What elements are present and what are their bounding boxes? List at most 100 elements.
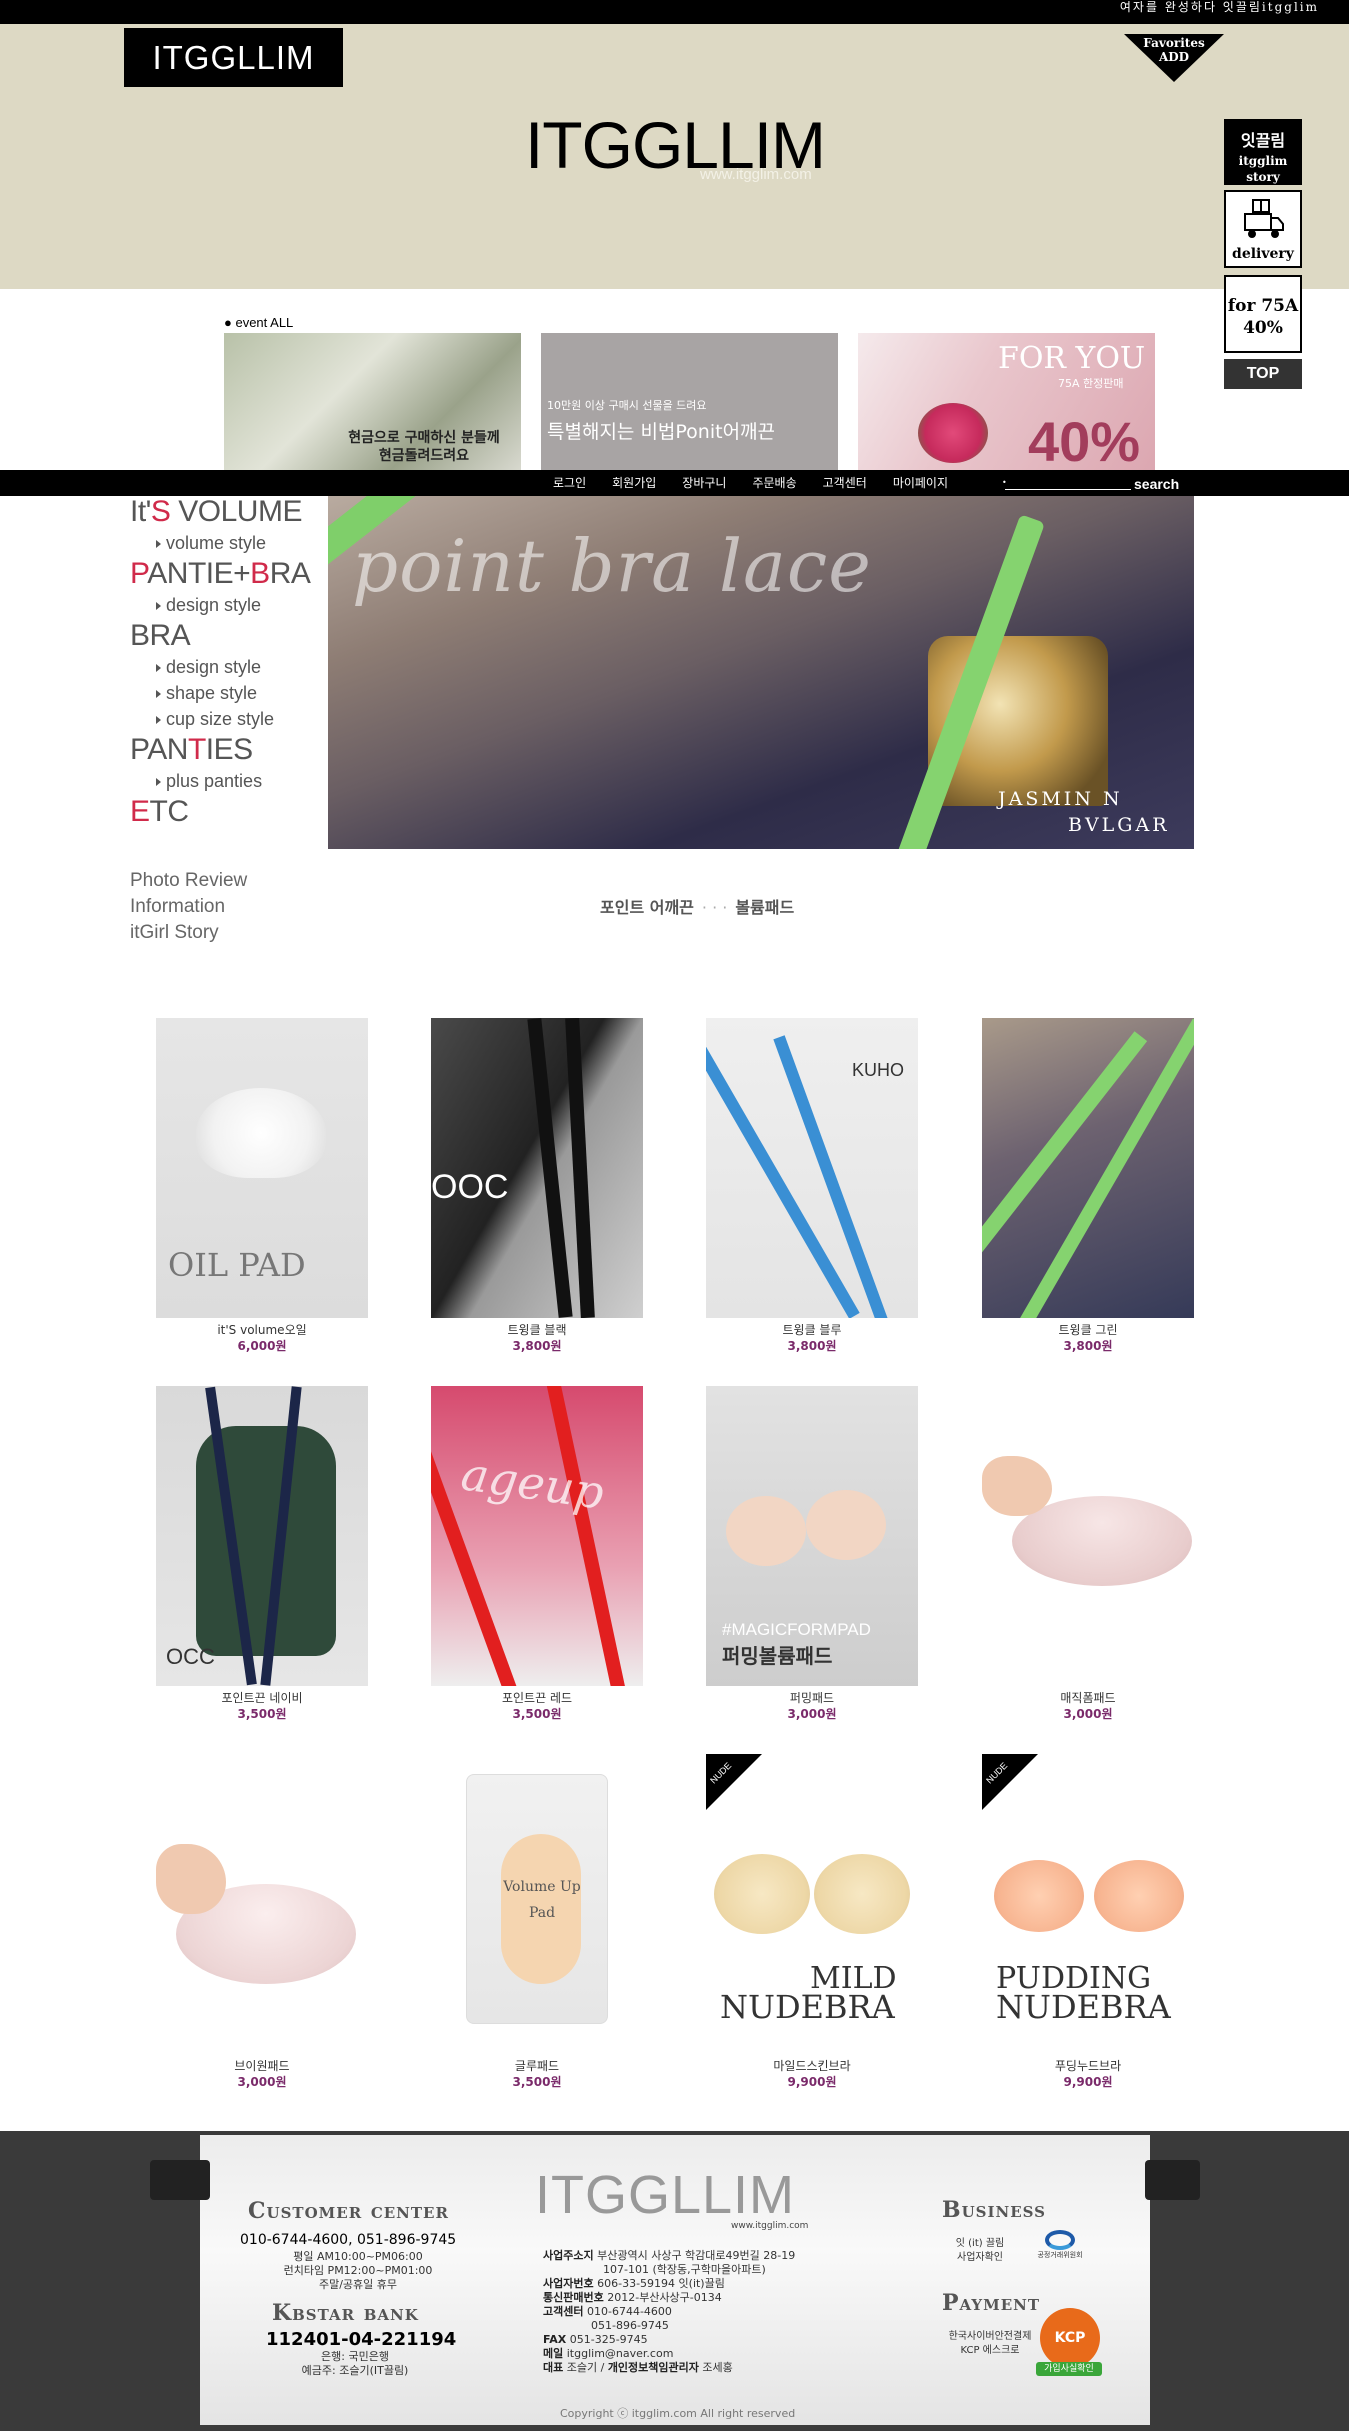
product-price: 3,000원 xyxy=(1063,1707,1113,1721)
hand-graphic xyxy=(982,1456,1052,1516)
kcp-verify-button[interactable]: 가입사실확인 xyxy=(1036,2362,1102,2376)
nav-cs[interactable]: 고객센터 xyxy=(810,470,880,496)
product-name[interactable]: 퍼밍패드 xyxy=(706,1691,918,1706)
product-name[interactable]: 글루패드 xyxy=(431,2059,643,2074)
product-image[interactable]: OOC xyxy=(431,1018,643,1318)
product-image[interactable]: ageup xyxy=(431,1386,643,1686)
product-price: 9,900원 xyxy=(1063,2075,1113,2089)
bra-cup-shape xyxy=(1094,1860,1184,1932)
nav-cart[interactable]: 장바구니 xyxy=(669,470,739,496)
product-price: 3,500원 xyxy=(512,2075,562,2089)
hand-graphic xyxy=(156,1844,226,1914)
product-card[interactable]: OCC 포인트끈 네이비 3,500원 xyxy=(156,1386,368,1722)
product-price: 3,800원 xyxy=(787,1339,837,1353)
event-banner-75a-line3: 40% xyxy=(1028,410,1141,470)
main-banner[interactable]: point bra lace JASMIN N BVLGAR xyxy=(328,496,1194,849)
product-card[interactable]: NUDE MILD NUDEBRA 마일드스킨브라 9,900원 xyxy=(706,1754,918,2090)
business-info: 사업주소지 부산광역시 사상구 학감대로49번길 28-19 107-101 (… xyxy=(543,2249,796,2374)
strap-graphic xyxy=(543,1386,633,1686)
product-name[interactable]: 트윙클 블랙 xyxy=(431,1323,643,1338)
ftc-badge[interactable]: 공정거래위원회 xyxy=(1032,2230,1088,2266)
nav-join[interactable]: 회원가입 xyxy=(599,470,669,496)
category-panties[interactable]: PANTIES xyxy=(130,732,330,768)
bra-cup-shape xyxy=(714,1854,810,1934)
product-card[interactable]: #MAGICFORMPAD 퍼밍볼륨패드 퍼밍패드 3,000원 xyxy=(706,1386,918,1722)
search-button[interactable]: search xyxy=(1134,475,1179,493)
subcategory-volume-style[interactable]: volume style xyxy=(130,530,330,556)
event-banner-75a[interactable]: FOR YOU 75A 한정판매 40% xyxy=(858,333,1155,470)
top-links[interactable]: 여자를 완성하다 잇끌림itgglim xyxy=(1120,0,1319,24)
product-name[interactable]: it'S volume오일 xyxy=(156,1323,368,1338)
link-itgirl-story[interactable]: itGirl Story xyxy=(130,920,247,946)
product-image[interactable]: NUDE PUDDING NUDEBRA xyxy=(982,1754,1194,2054)
event-banner-75a-line2: 75A 한정판매 xyxy=(1058,377,1124,390)
product-card[interactable]: KUHO 트윙클 블루 3,800원 xyxy=(706,1018,918,1354)
cs-title: Customer center xyxy=(248,2198,449,2224)
event-title[interactable]: ● event ALL xyxy=(224,315,293,330)
bank-info: 은행: 국민은행 예금주: 조슬기(IT끌림) xyxy=(301,2350,409,2377)
product-card[interactable]: 트윙클 그린 3,800원 xyxy=(982,1018,1194,1354)
product-card[interactable]: NUDE PUDDING NUDEBRA 푸딩누드브라 9,900원 xyxy=(982,1754,1194,2090)
bank-account: 112401-04-221194 xyxy=(266,2329,457,2350)
pad-shape xyxy=(726,1496,806,1566)
product-image-text: OIL PAD xyxy=(168,1246,306,1284)
tab-volume-pad[interactable]: 볼륨패드 xyxy=(735,898,794,917)
search-input[interactable] xyxy=(1005,481,1131,490)
product-name[interactable]: 푸딩누드브라 xyxy=(982,2059,1194,2074)
product-image[interactable] xyxy=(982,1386,1194,1686)
product-card[interactable]: ageup 포인트끈 레드 3,500원 xyxy=(431,1386,643,1722)
kcp-badge[interactable]: KCP xyxy=(1040,2308,1100,2368)
product-image[interactable]: Volume Up Pad xyxy=(431,1754,643,2054)
category-sidebar: It'S VOLUME volume style PANTIE+BRA desi… xyxy=(130,494,330,830)
category-etc[interactable]: ETC xyxy=(130,794,330,830)
product-price: 6,000원 xyxy=(237,1339,287,1353)
product-image-text: NUDEBRA xyxy=(996,1988,1171,2026)
quick-delivery-button[interactable]: delivery xyxy=(1224,190,1302,268)
cs-phone: 010-6744-4600, 051-896-9745 xyxy=(240,2232,457,2248)
product-image[interactable]: NUDE MILD NUDEBRA xyxy=(706,1754,918,2054)
bra-cup-shape xyxy=(994,1860,1084,1932)
product-image[interactable]: KUHO xyxy=(706,1018,918,1318)
product-image[interactable] xyxy=(156,1754,368,2054)
top-button[interactable]: TOP xyxy=(1224,359,1302,389)
quick-75a-button[interactable]: for 75A 40% xyxy=(1224,275,1302,353)
product-card[interactable]: 브이원패드 3,000원 xyxy=(156,1754,368,2090)
subcategory-bra-shape[interactable]: shape style xyxy=(130,680,330,706)
nav-orders[interactable]: 주문배송 xyxy=(739,470,809,496)
product-image[interactable]: OCC xyxy=(156,1386,368,1686)
tab-point-strap[interactable]: 포인트 어깨끈 xyxy=(600,898,694,917)
category-volume[interactable]: It'S VOLUME xyxy=(130,494,330,530)
product-image[interactable] xyxy=(982,1018,1194,1318)
flower-bouquet-icon xyxy=(918,403,988,463)
product-name[interactable]: 트윙클 그린 xyxy=(982,1323,1194,1338)
product-card[interactable]: Volume Up Pad 글루패드 3,500원 xyxy=(431,1754,643,2090)
footer-logo[interactable]: ITGGLLIM xyxy=(535,2165,795,2225)
product-name[interactable]: 마일드스킨브라 xyxy=(706,2059,918,2074)
favorites-add-button[interactable]: Favorites ADD xyxy=(1124,32,1224,82)
subcategory-plus-panties[interactable]: plus panties xyxy=(130,768,330,794)
product-name[interactable]: 포인트끈 네이비 xyxy=(156,1691,368,1706)
product-image[interactable]: OIL PAD xyxy=(156,1018,368,1318)
product-image[interactable]: #MAGICFORMPAD 퍼밍볼륨패드 xyxy=(706,1386,918,1686)
product-card[interactable]: 매직폼패드 3,000원 xyxy=(982,1386,1194,1722)
product-card[interactable]: OOC 트윙클 블랙 3,800원 xyxy=(431,1018,643,1354)
nav-login[interactable]: 로그인 xyxy=(540,470,599,496)
event-banner-cash[interactable]: 현금으로 구매하신 분들께 현금돌려드려요 xyxy=(224,333,521,470)
subcategory-design-style[interactable]: design style xyxy=(130,592,330,618)
product-card[interactable]: OIL PAD it'S volume오일 6,000원 xyxy=(156,1018,368,1354)
product-name[interactable]: 매직폼패드 xyxy=(982,1691,1194,1706)
subcategory-bra-cup[interactable]: cup size style xyxy=(130,706,330,732)
product-image-text: ageup xyxy=(457,1446,608,1520)
subcategory-bra-design[interactable]: design style xyxy=(130,654,330,680)
product-name[interactable]: 브이원패드 xyxy=(156,2059,368,2074)
link-information[interactable]: Information xyxy=(130,894,247,920)
logo-small[interactable]: ITGGLLIM xyxy=(124,28,343,87)
event-banner-gift[interactable]: 10만원 이상 구매시 선물을 드려요 특별해지는 비법Ponit어깨끈 xyxy=(541,333,838,470)
product-name[interactable]: 포인트끈 레드 xyxy=(431,1691,643,1706)
quick-story-button[interactable]: 잇끌림 itgglim story xyxy=(1224,119,1302,185)
category-bra[interactable]: BRA xyxy=(130,618,330,654)
link-photo-review[interactable]: Photo Review xyxy=(130,868,247,894)
product-name[interactable]: 트윙클 블루 xyxy=(706,1323,918,1338)
nav-mypage[interactable]: 마이페이지 xyxy=(880,470,961,496)
category-pantie-bra[interactable]: PANTIE+BRA xyxy=(130,556,330,592)
